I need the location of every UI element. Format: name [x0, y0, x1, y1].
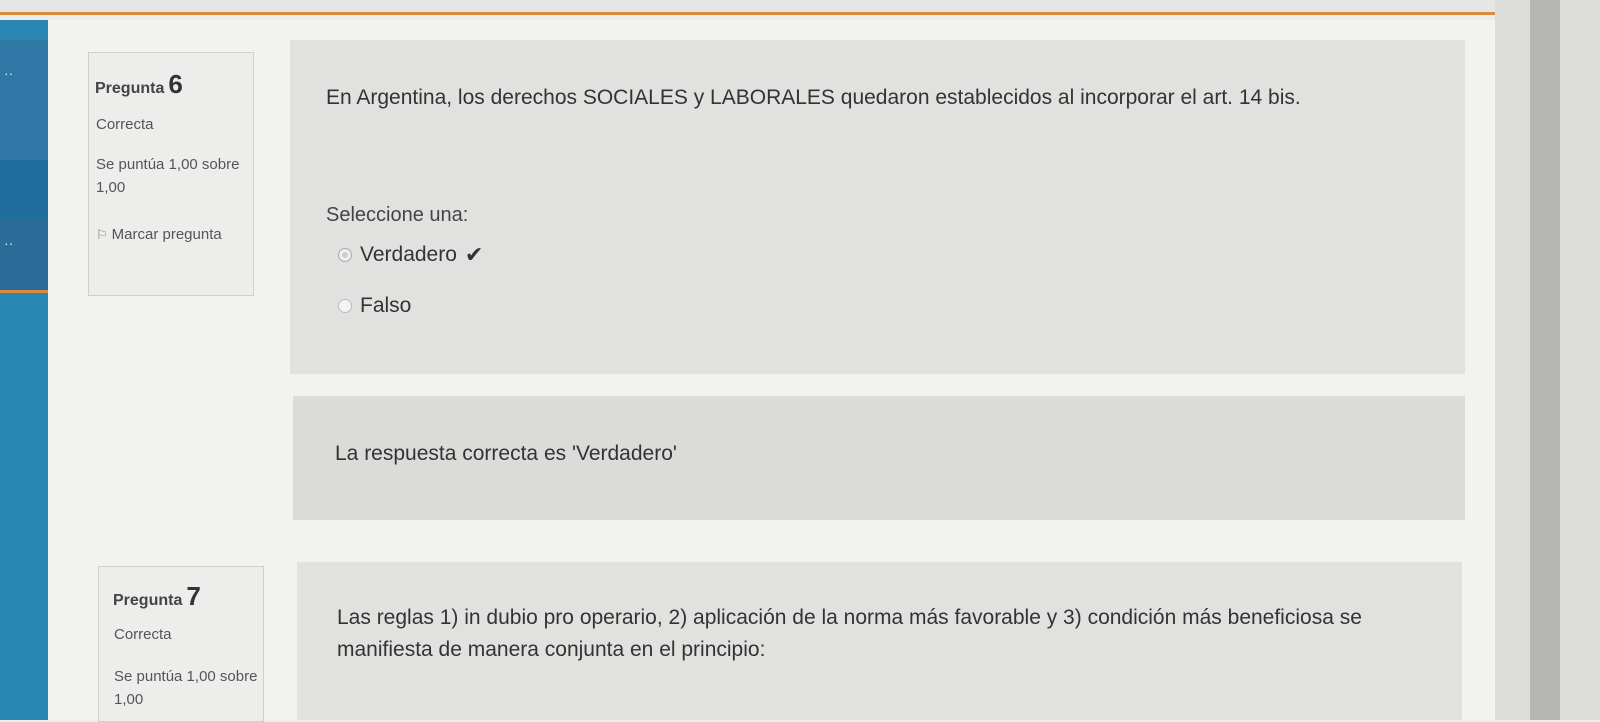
radio-unselected[interactable]	[338, 299, 352, 313]
question-state: Correcta	[96, 116, 154, 133]
right-frame-bar	[1530, 0, 1560, 720]
answer-label: Falso	[360, 294, 412, 317]
answer-label: Verdadero	[360, 243, 457, 266]
question-number: 6	[168, 69, 183, 99]
question-info-7: Pregunta 7 Correcta Se puntúa 1,00 sobre …	[98, 566, 264, 722]
rail-section	[0, 220, 48, 290]
answer-option-verdadero[interactable]: Verdadero ✔	[338, 242, 483, 268]
rail-section	[0, 40, 48, 160]
rail-dots-icon: ··	[4, 65, 14, 81]
question-grade: Se puntúa 1,00 sobre 1,00	[114, 668, 258, 708]
question-feedback-6: La respuesta correcta es 'Verdadero'	[293, 396, 1465, 520]
question-content-6: En Argentina, los derechos SOCIALES y LA…	[290, 40, 1465, 374]
checkmark-icon: ✔	[464, 242, 484, 267]
question-text: En Argentina, los derechos SOCIALES y LA…	[326, 86, 1301, 109]
answer-option-falso[interactable]: Falso	[338, 294, 411, 318]
question-grade: Se puntúa 1,00 sobre 1,00	[96, 156, 240, 196]
flag-icon: ⚐	[96, 227, 108, 242]
answer-prompt: Seleccione una:	[326, 204, 469, 226]
question-number: 7	[186, 581, 201, 611]
question-heading: Pregunta 7	[113, 581, 201, 612]
rail-accent-line	[0, 290, 48, 293]
question-label: Pregunta	[95, 80, 165, 97]
left-drawer-rail[interactable]: ·· ··	[0, 20, 48, 720]
rail-dots-icon: ··	[4, 235, 14, 251]
question-info-6: Pregunta 6 Correcta Se puntúa 1,00 sobre …	[88, 52, 254, 296]
rail-section	[0, 160, 48, 220]
question-label: Pregunta	[113, 592, 183, 609]
question-state: Correcta	[114, 626, 172, 643]
top-accent-line	[0, 12, 1500, 15]
flag-question-link[interactable]: ⚐ Marcar pregunta	[96, 223, 246, 246]
flag-question-label: Marcar pregunta	[111, 226, 222, 243]
radio-selected[interactable]	[338, 248, 352, 262]
correct-answer-text: La respuesta correcta es 'Verdadero'	[335, 442, 677, 465]
question-content-7: Las reglas 1) in dubio pro operario, 2) …	[297, 562, 1462, 720]
question-heading: Pregunta 6	[95, 69, 183, 100]
question-text: Las reglas 1) in dubio pro operario, 2) …	[337, 606, 1362, 661]
